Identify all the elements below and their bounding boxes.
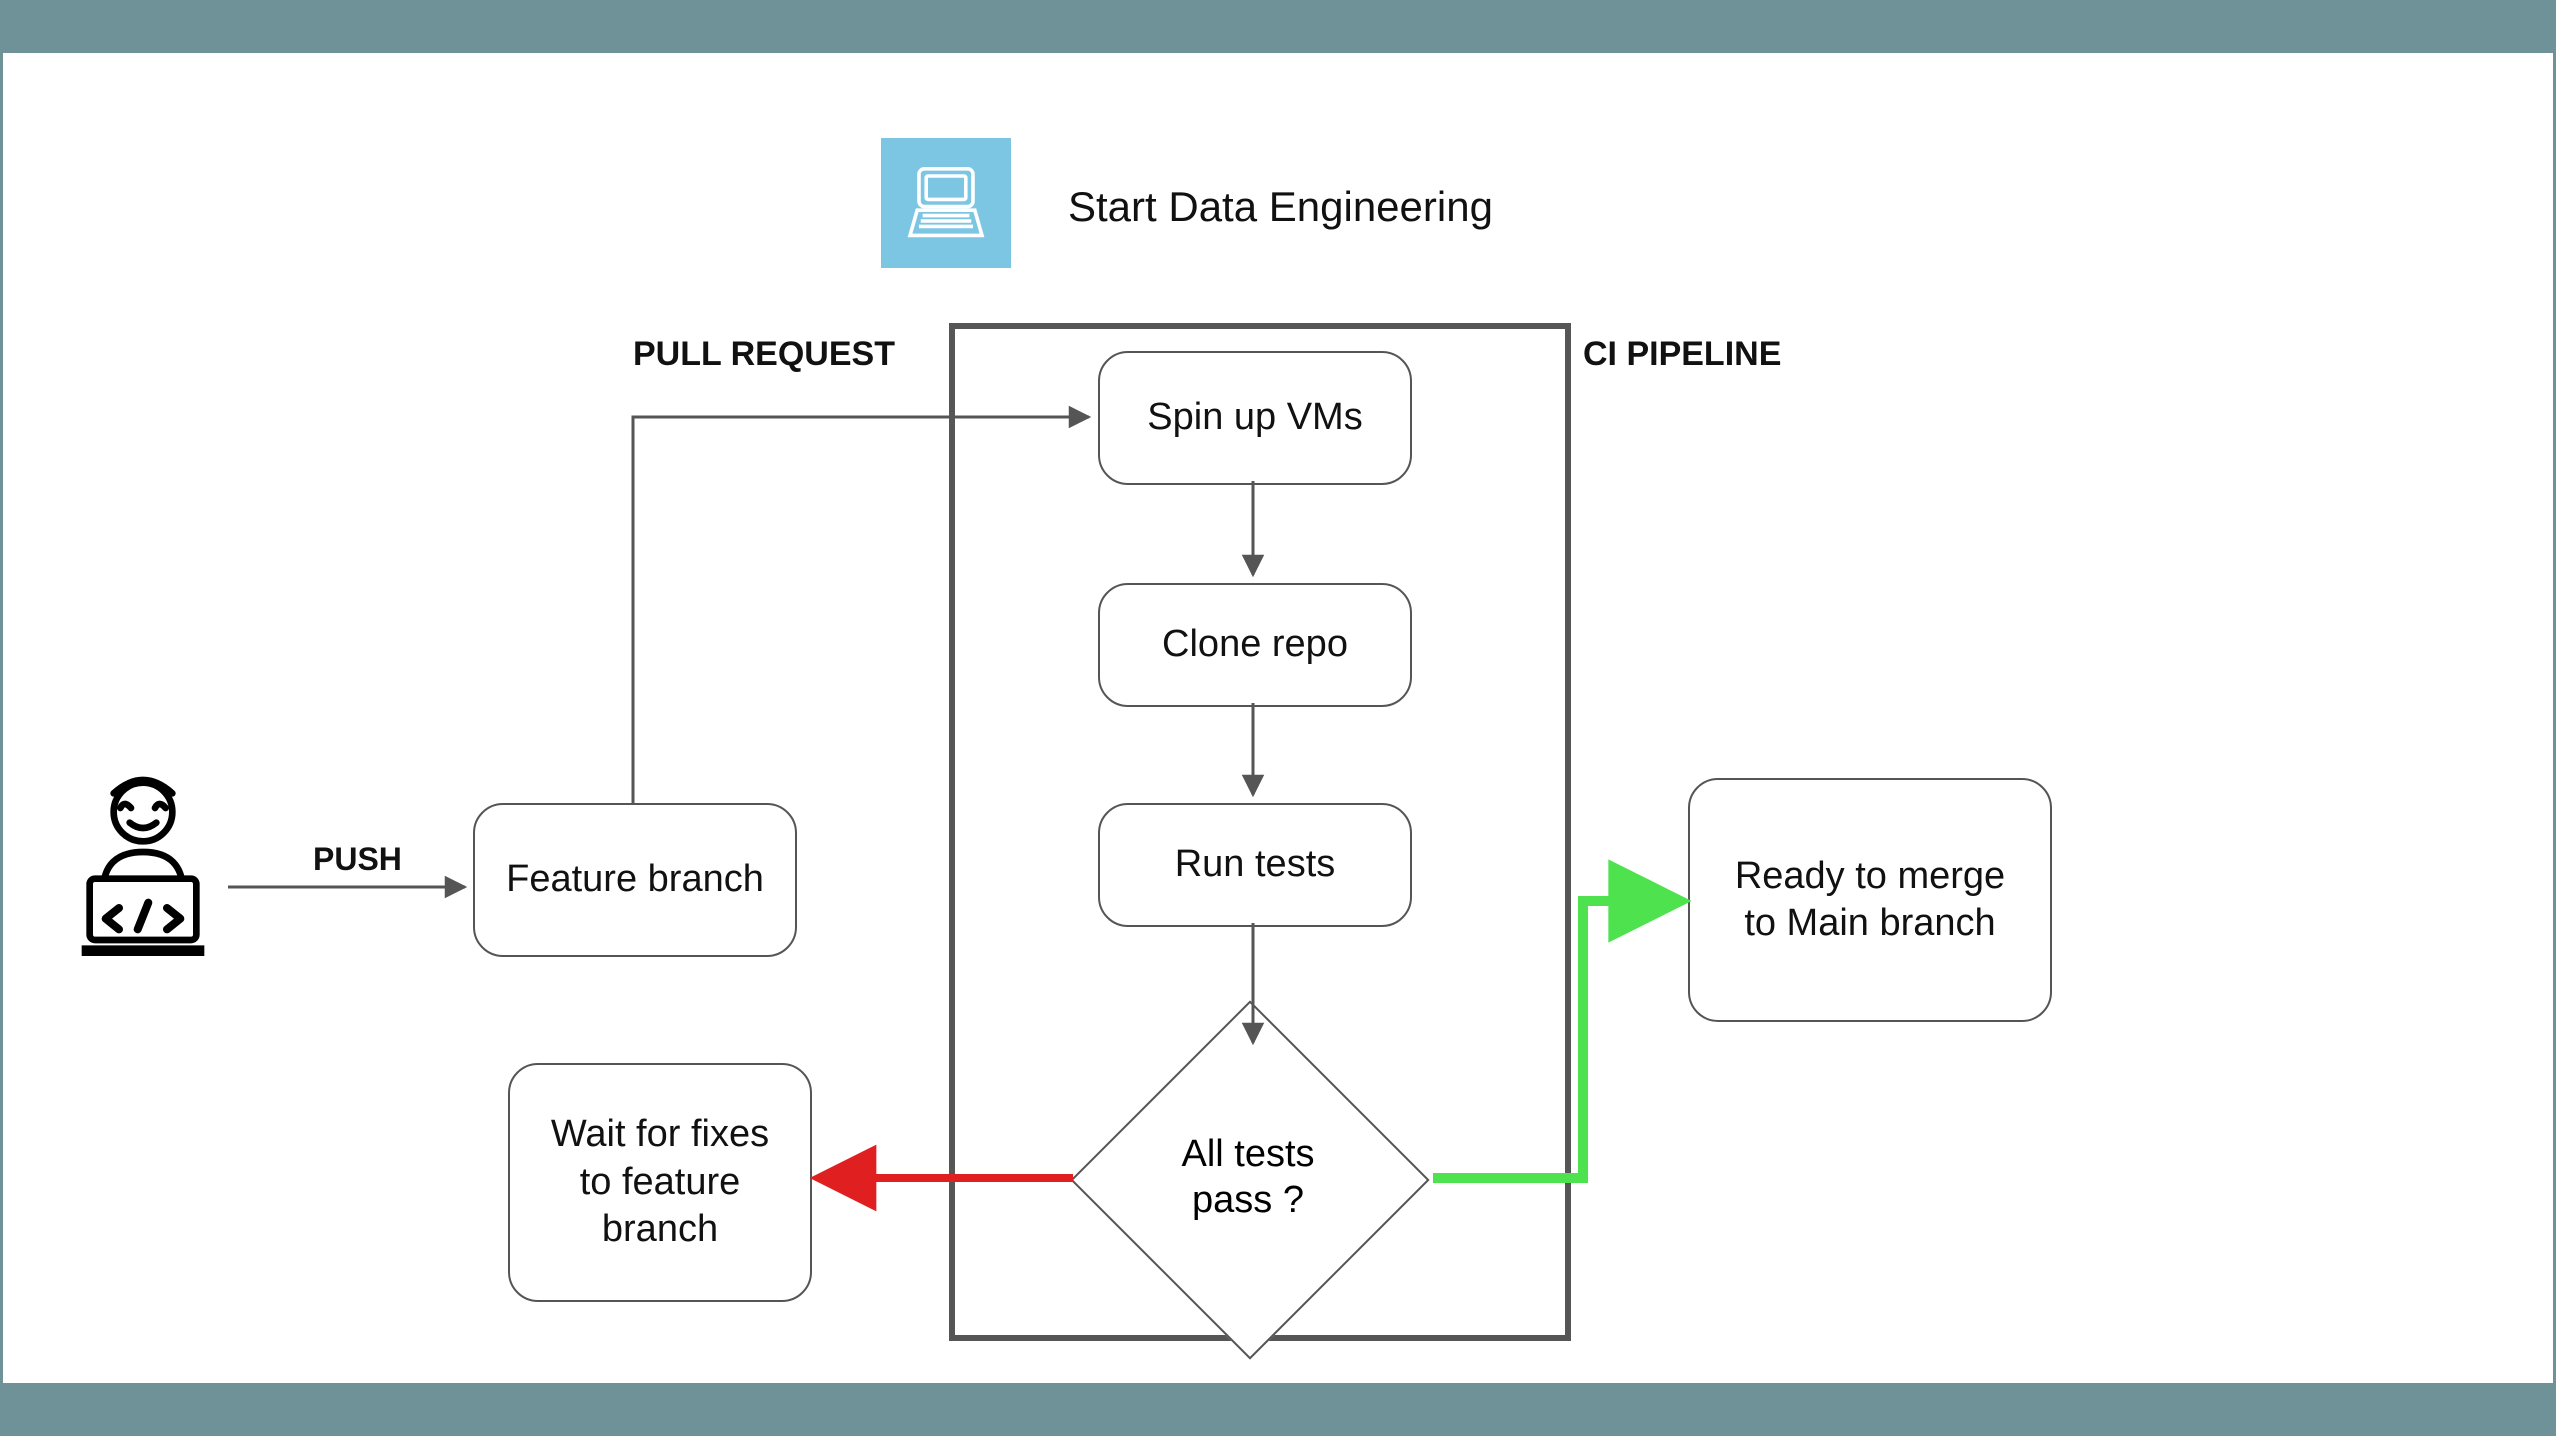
clone-repo-node: Clone repo <box>1098 583 1412 707</box>
run-tests-text: Run tests <box>1175 841 1336 889</box>
spin-up-vms-node: Spin up VMs <box>1098 351 1412 485</box>
developer-icon <box>63 773 223 963</box>
page-title: Start Data Engineering <box>1068 183 1493 231</box>
spin-up-vms-text: Spin up VMs <box>1147 394 1362 442</box>
ready-merge-text: Ready to merge to Main branch <box>1720 853 2020 948</box>
diagram-canvas: Start Data Engineering CI PIPELINE PUSH … <box>0 0 2556 1436</box>
clone-repo-text: Clone repo <box>1162 621 1348 669</box>
decision-text: All tests pass ? <box>1123 1053 1373 1303</box>
run-tests-node: Run tests <box>1098 803 1412 927</box>
top-bar <box>3 3 2553 53</box>
feature-branch-text: Feature branch <box>506 856 764 904</box>
feature-branch-node: Feature branch <box>473 803 797 957</box>
wait-fixes-text: Wait for fixes to feature branch <box>535 1111 785 1254</box>
ci-pipeline-label: CI PIPELINE <box>1583 335 1781 374</box>
wait-fixes-node: Wait for fixes to feature branch <box>508 1063 812 1302</box>
ready-merge-node: Ready to merge to Main branch <box>1688 778 2052 1022</box>
push-label: PUSH <box>313 841 402 878</box>
pull-request-label: PULL REQUEST <box>633 335 895 374</box>
bottom-bar <box>3 1383 2553 1433</box>
laptop-icon <box>881 138 1011 268</box>
